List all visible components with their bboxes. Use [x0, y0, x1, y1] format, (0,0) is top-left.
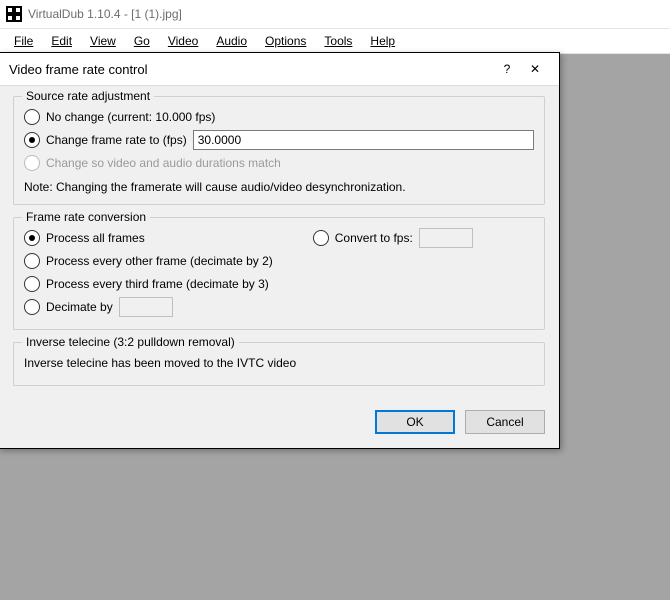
group-frame-conversion: Frame rate conversion Process all frames…	[13, 217, 545, 330]
radio-no-change[interactable]	[24, 109, 40, 125]
label-decimate-2: Process every other frame (decimate by 2…	[46, 254, 273, 268]
dialog-body: Source rate adjustment No change (curren…	[0, 86, 559, 402]
menu-view[interactable]: View	[82, 32, 124, 50]
dialog-titlebar: Video frame rate control ? ✕	[0, 53, 559, 86]
dialog-button-row: OK Cancel	[0, 402, 559, 448]
window-title: VirtualDub 1.10.4 - [1 (1).jpg]	[28, 7, 182, 21]
menu-edit[interactable]: Edit	[43, 32, 80, 50]
label-change-to: Change frame rate to (fps)	[46, 133, 187, 147]
text-ivtc-moved: Inverse telecine has been moved to the I…	[24, 356, 296, 370]
radio-decimate-n[interactable]	[24, 299, 40, 315]
close-button[interactable]: ✕	[521, 57, 549, 81]
group-ivtc: Inverse telecine (3:2 pulldown removal) …	[13, 342, 545, 386]
legend-source: Source rate adjustment	[22, 89, 154, 103]
radio-match-durations	[24, 155, 40, 171]
help-icon: ?	[504, 62, 511, 76]
label-decimate-n: Decimate by	[46, 300, 113, 314]
menu-audio[interactable]: Audio	[208, 32, 255, 50]
radio-process-all[interactable]	[24, 230, 40, 246]
close-icon: ✕	[530, 62, 540, 76]
main-window: VirtualDub 1.10.4 - [1 (1).jpg] File Edi…	[0, 0, 670, 600]
label-convert-fps: Convert to fps:	[335, 231, 413, 245]
label-process-all: Process all frames	[46, 231, 145, 245]
menu-file[interactable]: File	[6, 32, 41, 50]
radio-convert-fps[interactable]	[313, 230, 329, 246]
radio-change-to[interactable]	[24, 132, 40, 148]
frame-rate-dialog: Video frame rate control ? ✕ Source rate…	[0, 52, 560, 449]
app-icon	[6, 6, 22, 22]
dialog-title: Video frame rate control	[9, 62, 493, 77]
titlebar: VirtualDub 1.10.4 - [1 (1).jpg]	[0, 0, 670, 29]
note-desync: Note: Changing the framerate will cause …	[24, 180, 534, 194]
label-decimate-3: Process every third frame (decimate by 3…	[46, 277, 269, 291]
menu-help[interactable]: Help	[362, 32, 403, 50]
video-viewport: Video frame rate control ? ✕ Source rate…	[0, 54, 670, 600]
radio-decimate-2[interactable]	[24, 253, 40, 269]
menu-options[interactable]: Options	[257, 32, 314, 50]
cancel-button[interactable]: Cancel	[465, 410, 545, 434]
menu-tools[interactable]: Tools	[316, 32, 360, 50]
legend-ivtc: Inverse telecine (3:2 pulldown removal)	[22, 335, 239, 349]
group-source-rate: Source rate adjustment No change (curren…	[13, 96, 545, 205]
legend-conversion: Frame rate conversion	[22, 210, 150, 224]
menu-go[interactable]: Go	[126, 32, 158, 50]
label-match-durations: Change so video and audio durations matc…	[46, 156, 281, 170]
radio-decimate-3[interactable]	[24, 276, 40, 292]
ok-button[interactable]: OK	[375, 410, 455, 434]
help-button[interactable]: ?	[493, 57, 521, 81]
input-change-to-fps[interactable]	[193, 130, 534, 150]
menubar: File Edit View Go Video Audio Options To…	[0, 29, 670, 54]
input-decimate-n[interactable]	[119, 297, 173, 317]
label-no-change: No change (current: 10.000 fps)	[46, 110, 215, 124]
menu-video[interactable]: Video	[160, 32, 206, 50]
input-convert-fps[interactable]	[419, 228, 473, 248]
